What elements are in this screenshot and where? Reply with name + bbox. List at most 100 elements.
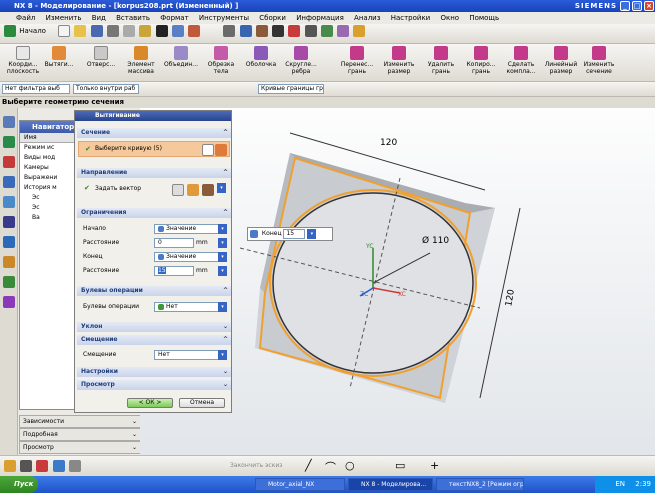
- float-dropdown[interactable]: ▾: [307, 228, 317, 239]
- offset-dropdown[interactable]: ▾: [218, 350, 227, 360]
- start-menu[interactable]: Начало: [19, 27, 46, 35]
- sketch-icon[interactable]: [4, 460, 16, 472]
- shell-button[interactable]: Оболочка: [240, 46, 282, 68]
- assembly-navigator-icon[interactable]: [3, 136, 15, 148]
- menu-tools[interactable]: Инструменты: [199, 14, 249, 22]
- copy-icon[interactable]: [123, 25, 136, 37]
- navigator-column-header[interactable]: Имя: [20, 133, 74, 143]
- wcs-icon[interactable]: [336, 25, 349, 37]
- taskbar-item[interactable]: текстNX8_2 [Режим огр...: [436, 478, 524, 491]
- settings-header[interactable]: Настройки ⌄: [77, 367, 231, 377]
- new-icon[interactable]: [58, 25, 71, 37]
- pattern-feature-button[interactable]: Элемент массива: [120, 46, 162, 75]
- tree-item[interactable]: Режим ис: [20, 143, 74, 153]
- unite-button[interactable]: Объедин...: [160, 46, 202, 68]
- fit-view-icon[interactable]: [223, 25, 236, 37]
- change-section-button[interactable]: Изменить сечение: [578, 46, 620, 75]
- menu-analysis[interactable]: Анализ: [354, 14, 380, 22]
- arc-icon[interactable]: ⌒: [325, 459, 336, 475]
- vector-dialog-icon[interactable]: [187, 184, 199, 196]
- make-coplanar-button[interactable]: Сделать компла...: [500, 46, 542, 75]
- distance2-input[interactable]: 15: [154, 266, 194, 276]
- menu-preferences[interactable]: Настройки: [391, 14, 431, 22]
- start-icon[interactable]: [4, 25, 16, 37]
- end-type-dropdown[interactable]: ▾: [218, 252, 227, 262]
- tree-item[interactable]: Эс: [20, 193, 74, 203]
- distance1-input[interactable]: 0: [154, 238, 194, 248]
- finish-sketch-button[interactable]: Закончить эскиз: [230, 462, 282, 469]
- distance2-dropdown[interactable]: ▾: [218, 266, 227, 276]
- distance1-dropdown[interactable]: ▾: [218, 238, 227, 248]
- draft-header[interactable]: Уклон ⌄: [77, 322, 231, 332]
- process-studio-icon[interactable]: [3, 276, 15, 288]
- curve-rule-select[interactable]: Кривые границы гр: [258, 84, 324, 94]
- close-button[interactable]: ×: [644, 1, 654, 11]
- menu-information[interactable]: Информация: [296, 14, 344, 22]
- move-face-button[interactable]: Перенес... грань: [336, 46, 378, 75]
- tree-item[interactable]: Ва: [20, 213, 74, 223]
- taskbar-item-active[interactable]: NX 8 - Моделирова...: [348, 478, 433, 491]
- tree-item[interactable]: Эс: [20, 203, 74, 213]
- dimension-top-label[interactable]: 120: [380, 138, 397, 148]
- trim-body-button[interactable]: Обрезка тела: [200, 46, 242, 75]
- delete-face-button[interactable]: Удалить грань: [420, 46, 462, 75]
- roles-icon[interactable]: [3, 296, 15, 308]
- system-materials-icon[interactable]: [3, 256, 15, 268]
- preview-panel[interactable]: Просмотр ⌄: [19, 441, 141, 454]
- circle-icon[interactable]: ○: [345, 459, 355, 472]
- extrude-button[interactable]: Вытяги...: [38, 46, 80, 68]
- redo-icon[interactable]: [188, 25, 201, 37]
- paste-icon[interactable]: [139, 25, 152, 37]
- selection-scope-select[interactable]: Только внутри раб: [73, 84, 139, 94]
- maximize-button[interactable]: □: [632, 1, 642, 11]
- dimension-icon[interactable]: [52, 460, 65, 472]
- render-style-icon[interactable]: [272, 25, 285, 37]
- ok-button[interactable]: < ОК >: [127, 398, 173, 408]
- view-orient-icon[interactable]: [239, 25, 252, 37]
- tree-item[interactable]: История м: [20, 183, 74, 193]
- menu-format[interactable]: Формат: [160, 14, 188, 22]
- snap-point-icon[interactable]: [20, 460, 33, 472]
- menu-help[interactable]: Помощь: [469, 14, 499, 22]
- resize-button[interactable]: Изменить размер: [378, 46, 420, 75]
- open-icon[interactable]: [74, 25, 87, 37]
- offset-select[interactable]: Нет: [154, 350, 219, 360]
- taskbar-item[interactable]: Motor_axial_NX: [255, 478, 345, 491]
- hd3d-icon[interactable]: [3, 196, 15, 208]
- line-icon[interactable]: ╱: [305, 459, 312, 472]
- navigator-tab-icon[interactable]: [3, 116, 15, 128]
- edge-display-icon[interactable]: [288, 25, 301, 37]
- constraint-icon[interactable]: [36, 460, 49, 472]
- float-value-input[interactable]: 15: [283, 228, 306, 239]
- shaded-icon[interactable]: [255, 25, 268, 37]
- start-type-dropdown[interactable]: ▾: [218, 224, 227, 234]
- menu-assemblies[interactable]: Сборки: [259, 14, 286, 22]
- end-type-select[interactable]: Значение: [154, 252, 219, 262]
- start-type-select[interactable]: Значение: [154, 224, 219, 234]
- cancel-button[interactable]: Отмена: [179, 398, 225, 408]
- linear-dimension-button[interactable]: Линейный размер: [540, 46, 582, 75]
- language-indicator[interactable]: EN: [615, 480, 625, 488]
- menu-view[interactable]: Вид: [92, 14, 106, 22]
- select-curve-row[interactable]: ✔ Выберите кривую (5): [78, 141, 230, 157]
- history-icon[interactable]: [3, 236, 15, 248]
- preview-header[interactable]: Просмотр ⌄: [77, 380, 231, 390]
- point-icon[interactable]: +: [430, 459, 439, 472]
- menu-edit[interactable]: Изменить: [46, 14, 82, 22]
- constraint-navigator-icon[interactable]: [3, 156, 15, 168]
- diameter-label[interactable]: Ø 110: [422, 236, 449, 246]
- copy-face-button[interactable]: Копиро... грань: [460, 46, 502, 75]
- layer-icon[interactable]: [320, 25, 333, 37]
- vector-type-icon[interactable]: [202, 184, 214, 196]
- hole-button[interactable]: Отверс...: [80, 46, 122, 68]
- type-filter-select[interactable]: Нет фильтра выб: [2, 84, 70, 94]
- limits-header[interactable]: Ограничения ^: [77, 208, 231, 218]
- menu-file[interactable]: Файл: [16, 14, 35, 22]
- offset-header[interactable]: Смещение ^: [77, 335, 231, 345]
- edge-blend-button[interactable]: Скругле... ребра: [280, 46, 322, 75]
- cut-icon[interactable]: [106, 25, 119, 37]
- boolean-select[interactable]: Нет: [154, 302, 219, 312]
- tree-item[interactable]: Виды мод: [20, 153, 74, 163]
- trim-icon[interactable]: [68, 460, 81, 472]
- rectangle-icon[interactable]: ▭: [395, 459, 405, 472]
